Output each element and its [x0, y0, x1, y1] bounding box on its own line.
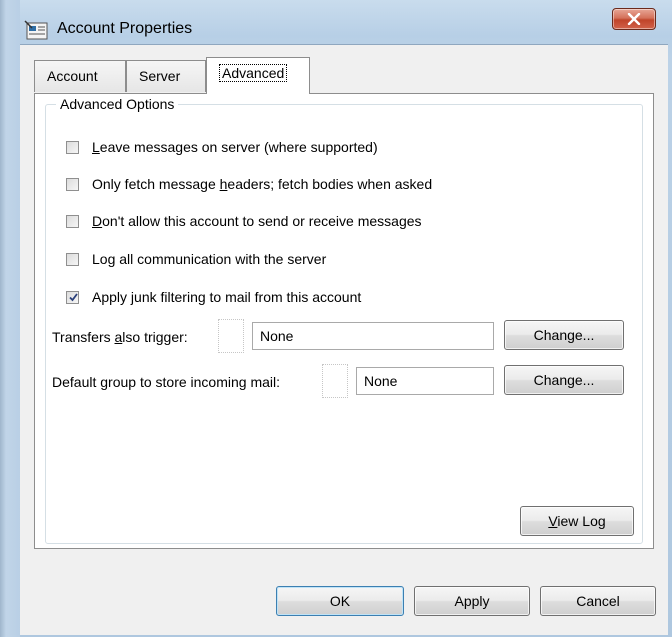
tab-server[interactable]: Server	[126, 60, 206, 92]
checkbox-checked[interactable]	[66, 290, 79, 304]
cancel-button[interactable]: Cancel	[540, 586, 656, 616]
option-label: Apply junk filtering to mail from this a…	[92, 289, 362, 305]
window-title: Account Properties	[57, 20, 193, 37]
option-dont-allow[interactable]: Don't allow this account to send or rece…	[66, 211, 422, 231]
checkbox[interactable]	[66, 252, 79, 266]
option-label: Leave messages on server (where supporte…	[92, 139, 378, 155]
checkbox[interactable]	[66, 140, 79, 154]
ok-button[interactable]: OK	[276, 586, 404, 616]
checkbox[interactable]	[66, 214, 79, 228]
apply-button[interactable]: Apply	[414, 586, 530, 616]
dialog-client-area: Account Server Advanced Advanced Options…	[20, 44, 668, 635]
tab-server-label: Server	[139, 68, 181, 84]
tab-advanced-label: Advanced	[219, 64, 288, 82]
view-log-button[interactable]: View Log	[520, 506, 634, 536]
option-label: Only fetch message headers; fetch bodies…	[92, 176, 433, 192]
transfers-change-button[interactable]: Change...	[504, 320, 624, 350]
checkmark-icon	[69, 292, 78, 301]
title-bar[interactable]: Account Properties	[0, 0, 672, 44]
advanced-options-group: Advanced Options Leave messages on serve…	[45, 96, 643, 544]
option-label: Don't allow this account to send or rece…	[92, 213, 422, 229]
window-frame	[0, 0, 20, 637]
default-group-icon-slot	[322, 364, 348, 398]
option-junk-filtering[interactable]: Apply junk filtering to mail from this a…	[66, 287, 361, 307]
group-title: Advanced Options	[56, 96, 179, 112]
tab-advanced[interactable]: Advanced	[206, 57, 310, 94]
transfers-icon-slot	[218, 319, 244, 353]
close-icon	[627, 13, 641, 25]
transfers-trigger-label: Transfers also trigger:	[52, 329, 188, 345]
advanced-tab-panel: Advanced Options Leave messages on serve…	[34, 93, 654, 549]
option-fetch-headers[interactable]: Only fetch message headers; fetch bodies…	[66, 174, 432, 194]
close-button[interactable]	[612, 8, 656, 30]
default-group-field[interactable]: None	[356, 367, 494, 395]
tab-account-label: Account	[47, 68, 98, 84]
default-group-label: Default group to store incoming mail:	[52, 374, 281, 390]
option-leave-messages[interactable]: Leave messages on server (where supporte…	[66, 137, 378, 157]
default-group-change-button[interactable]: Change...	[504, 365, 624, 395]
account-properties-window: Account Properties Account Server Advanc…	[0, 0, 672, 637]
option-label: Log all communication with the server	[92, 251, 327, 267]
transfers-trigger-field[interactable]: None	[252, 322, 494, 350]
option-log-communication[interactable]: Log all communication with the server	[66, 249, 326, 269]
checkbox[interactable]	[66, 177, 79, 191]
account-properties-icon	[24, 19, 50, 41]
tab-account[interactable]: Account	[34, 60, 126, 92]
